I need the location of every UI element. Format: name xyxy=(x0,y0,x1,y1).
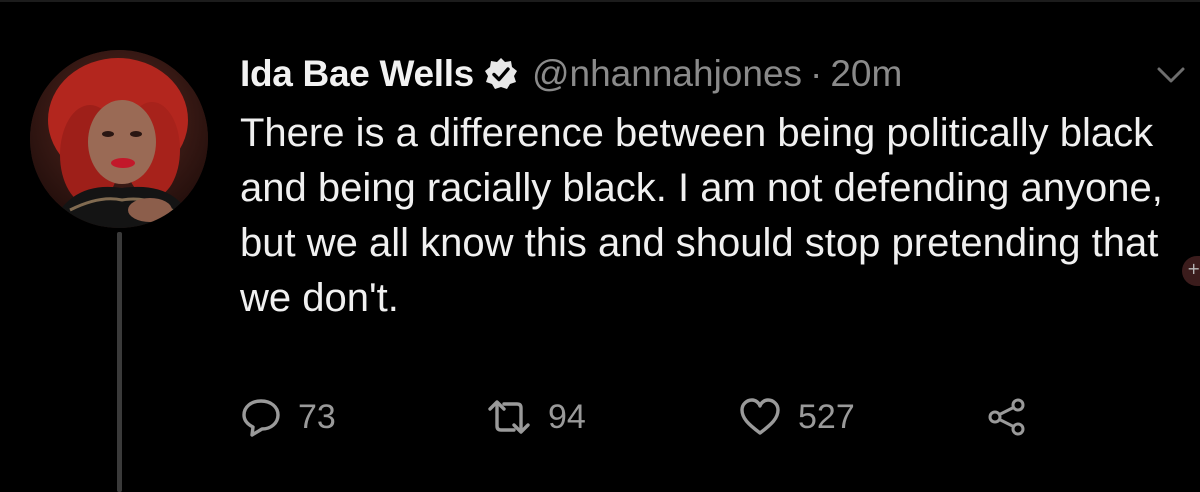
tweet[interactable]: Ida Bae Wells @nhannahjones · 20m There … xyxy=(0,0,1200,492)
tweet-actions: 73 94 527 xyxy=(240,392,1040,442)
tweet-text: There is a difference between being poli… xyxy=(240,111,1163,320)
reply-bubble-icon xyxy=(240,396,282,438)
reply-count: 73 xyxy=(298,397,336,436)
like-button[interactable]: 527 xyxy=(738,392,855,442)
chevron-down-icon[interactable] xyxy=(1154,58,1188,92)
reply-button[interactable]: 73 xyxy=(240,392,336,442)
avatar-column xyxy=(30,50,210,492)
verified-badge-icon xyxy=(484,57,518,91)
heart-icon xyxy=(738,396,782,438)
share-icon xyxy=(986,396,1028,438)
tweet-timestamp[interactable]: 20m xyxy=(830,53,902,95)
tweet-content: Ida Bae Wells @nhannahjones · 20m There … xyxy=(240,46,1190,326)
author-name[interactable]: Ida Bae Wells xyxy=(240,53,474,95)
avatar[interactable] xyxy=(30,50,208,228)
separator-dot: · xyxy=(810,53,823,94)
share-button[interactable] xyxy=(986,392,1028,442)
retweet-count: 94 xyxy=(548,397,586,436)
thread-connector-line xyxy=(117,232,122,492)
profile-photo-icon xyxy=(30,50,208,228)
retweet-icon xyxy=(486,396,532,438)
tweet-header: Ida Bae Wells @nhannahjones · 20m xyxy=(240,46,1190,102)
retweet-button[interactable]: 94 xyxy=(486,392,586,442)
side-tab-label: + xyxy=(1187,259,1200,278)
author-handle[interactable]: @nhannahjones xyxy=(532,53,802,95)
like-count: 527 xyxy=(798,397,855,436)
